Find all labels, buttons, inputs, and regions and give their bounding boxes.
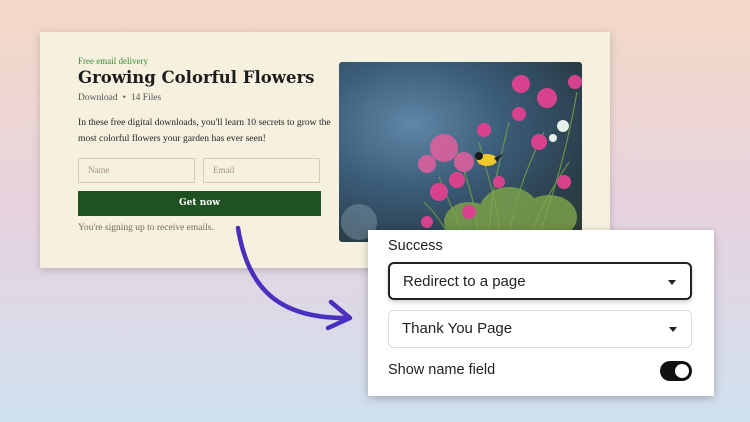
redirect-page-select[interactable]: Thank You Page (388, 310, 692, 348)
success-label: Success (388, 238, 443, 254)
show-name-field-label: Show name field (388, 362, 496, 378)
form-settings-panel: Success Redirect to a page Thank You Pag… (368, 230, 714, 396)
success-action-select[interactable]: Redirect to a page (388, 262, 692, 300)
toggle-switch-icon (675, 364, 689, 378)
redirect-page-value: Thank You Page (402, 320, 513, 337)
show-name-field-toggle[interactable] (660, 361, 692, 381)
chevron-down-icon (668, 280, 676, 285)
success-action-value: Redirect to a page (403, 273, 526, 290)
chevron-down-icon (669, 327, 677, 332)
